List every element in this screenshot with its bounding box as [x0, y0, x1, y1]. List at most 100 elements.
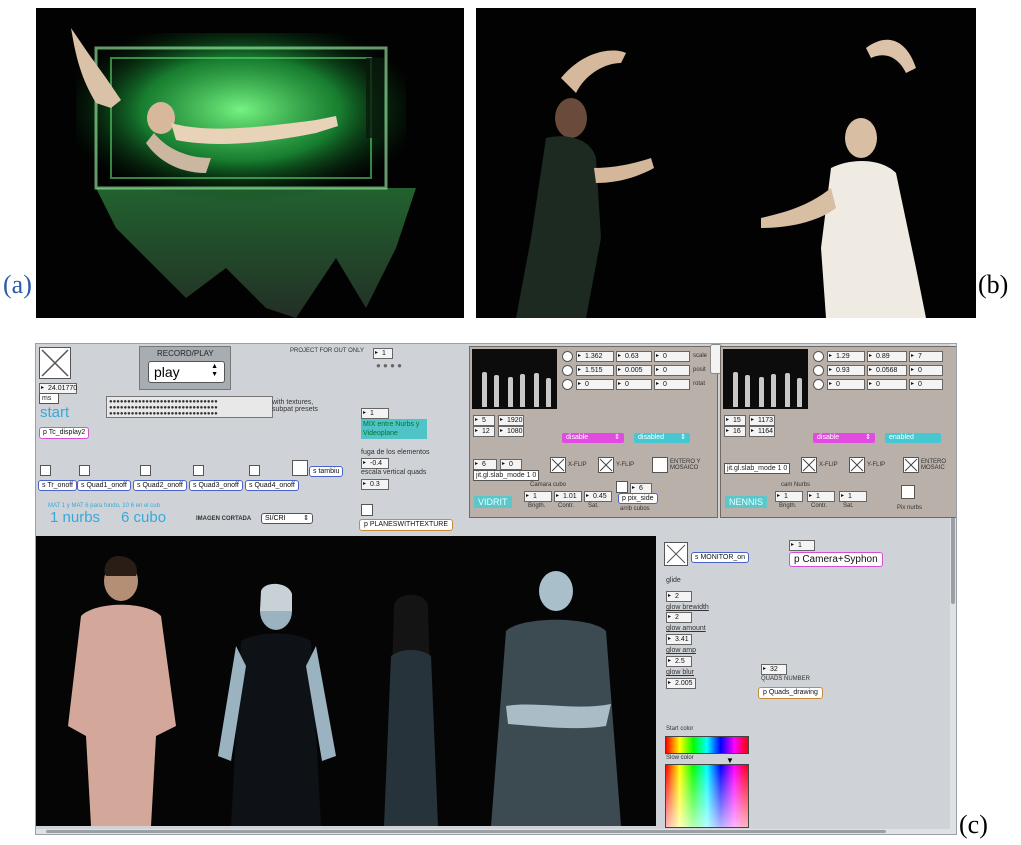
preset-matrix[interactable]: ●●●●●●●●●●●●●●●●●●●●●●●●●●●●●● ●●●●●●●●●●… [106, 396, 273, 418]
right-val-c1-r3[interactable]: 0 [827, 379, 865, 390]
right-xflip-toggle[interactable] [801, 457, 817, 473]
left-val-c1-r3[interactable]: 0 [576, 379, 614, 390]
right-disable-menu[interactable]: disable ⇕ [813, 433, 875, 443]
figure-label-b: (b) [978, 270, 1009, 299]
left-row-toggle-3[interactable] [562, 379, 573, 390]
quad-button-3[interactable]: s Quad3_onoff [189, 480, 243, 491]
start-color-label: Start color [666, 726, 694, 732]
left-disable-menu[interactable]: disable ⇕ [562, 433, 624, 443]
left-small-num-1[interactable]: 5 [473, 415, 495, 426]
imagen-cortada-menu[interactable]: SI/CRI ⇕ [261, 513, 313, 524]
glow-bw-value[interactable]: 2 [666, 612, 692, 623]
left-val-c3-r1[interactable]: 0 [654, 351, 690, 362]
left-val-c3-r3[interactable]: 0 [654, 379, 690, 390]
left-small-num-2[interactable]: 12 [473, 426, 495, 437]
start-label[interactable]: start [40, 404, 69, 421]
tambiu-button[interactable]: s tambiu [309, 466, 344, 477]
left-mode-box[interactable]: jit.gl.slab_mode 1 0 [473, 470, 540, 481]
left-sat[interactable]: 0.45 [584, 491, 612, 502]
toggle-6[interactable] [292, 460, 308, 476]
glow-amount-value[interactable]: 3.41 [666, 634, 692, 645]
right-bright[interactable]: 1 [775, 491, 803, 502]
right-val-c3-r3[interactable]: 0 [909, 379, 943, 390]
timer-unit: ms [39, 393, 59, 404]
video-display-box[interactable] [39, 347, 71, 379]
start-color-strip[interactable] [665, 736, 749, 754]
toggle-4[interactable] [193, 465, 204, 476]
glide-value[interactable]: 2 [666, 591, 692, 602]
escala-value[interactable]: 0.3 [361, 479, 389, 490]
toggle-1[interactable] [40, 465, 51, 476]
quad-button-0[interactable]: s Tr_onoff [38, 480, 78, 491]
right-val-c1-r1[interactable]: 1.29 [827, 351, 865, 362]
right-val-c2-r1[interactable]: 0.89 [867, 351, 907, 362]
toggle-3[interactable] [140, 465, 151, 476]
mix-value[interactable]: 1 [361, 408, 389, 419]
left-bright[interactable]: 1 [524, 491, 552, 502]
left-val-c2-r2[interactable]: 0.005 [616, 365, 652, 376]
left-entero-toggle[interactable] [652, 457, 668, 473]
quad-button-4[interactable]: s Quad4_onoff [245, 480, 299, 491]
right-val-c3-r1[interactable]: 7 [909, 351, 943, 362]
toggle-2[interactable] [79, 465, 90, 476]
right-val-c1-r2[interactable]: 0.93 [827, 365, 865, 376]
tc-display-object[interactable]: p Tc_display2 [39, 427, 90, 439]
left-small-num-4[interactable]: 1080 [498, 426, 524, 437]
left-mode-num-1[interactable]: 6 [473, 459, 497, 470]
fuga-value[interactable]: -0.4 [361, 458, 389, 469]
right-small-num-2[interactable]: 16 [724, 426, 746, 437]
quad-button-2[interactable]: s Quad2_onoff [133, 480, 187, 491]
right-pix-toggle[interactable] [901, 485, 915, 499]
right-row-toggle-3[interactable] [813, 379, 824, 390]
right-small-num-4[interactable]: 1164 [749, 426, 775, 437]
toggle-5[interactable] [249, 465, 260, 476]
right-small-num-1[interactable]: 15 [724, 415, 746, 426]
monitor-on-box[interactable]: s MONITOR_on [691, 552, 750, 563]
camera-syphon-object[interactable]: p Camera+Syphon [789, 552, 883, 567]
left-val-c3-r2[interactable]: 0 [654, 365, 690, 376]
left-small-num-3[interactable]: 1920 [498, 415, 524, 426]
left-disabled-menu[interactable]: disabled ⇕ [634, 433, 690, 443]
right-entero-toggle[interactable] [903, 457, 919, 473]
quads-drawing-object[interactable]: p Quads_drawing [758, 687, 823, 699]
monitor-display-box[interactable] [664, 542, 688, 566]
right-sat[interactable]: 1 [839, 491, 867, 502]
right-small-num-3[interactable]: 1173 [749, 415, 775, 426]
left-val-c2-r3[interactable]: 0 [616, 379, 652, 390]
left-pix-side-box[interactable]: p pix_side [618, 493, 658, 504]
right-yflip-toggle[interactable] [849, 457, 865, 473]
right-val-c3-r2[interactable]: 0 [909, 365, 943, 376]
left-val-c1-r2[interactable]: 1.515 [576, 365, 614, 376]
hscrollbar-thumb[interactable] [46, 830, 886, 833]
horizontal-scrollbar[interactable] [36, 829, 956, 834]
slow-color-picker[interactable] [665, 764, 749, 828]
left-xflip-toggle[interactable] [550, 457, 566, 473]
project-value[interactable]: 1 [373, 348, 393, 359]
photo-a-dancer-in-green-light [36, 8, 464, 318]
left-mode-num-2[interactable]: 0 [500, 459, 522, 470]
right-val-c2-r3[interactable]: 0 [867, 379, 907, 390]
preset-dots[interactable]: ● ● ● ● [376, 361, 402, 370]
left-contr[interactable]: 1.01 [554, 491, 582, 502]
left-bright-label: Brigth. [528, 503, 546, 509]
right-val-c2-r2[interactable]: 0.0568 [867, 365, 907, 376]
left-row-toggle-1[interactable] [562, 351, 573, 362]
glow-amp-value[interactable]: 2.5 [666, 656, 692, 667]
glow-blur-value[interactable]: 2.005 [666, 678, 696, 689]
quads-value[interactable]: 32 [761, 664, 787, 675]
right-row-toggle-1[interactable] [813, 351, 824, 362]
plane-button[interactable]: p PLANESWITHTEXTURE [359, 519, 454, 531]
plane-toggle[interactable] [361, 504, 373, 516]
camera-value[interactable]: 1 [789, 540, 815, 551]
left-row-toggle-2[interactable] [562, 365, 573, 376]
left-val-c1-r1[interactable]: 1.362 [576, 351, 614, 362]
right-row-toggle-2[interactable] [813, 365, 824, 376]
left-val-c2-r1[interactable]: 0.63 [616, 351, 652, 362]
left-yflip-toggle[interactable] [598, 457, 614, 473]
record-play-menu[interactable]: play ▲ ▼ [148, 361, 225, 383]
right-contr[interactable]: 1 [807, 491, 835, 502]
right-enabled-menu[interactable]: enabled [885, 433, 941, 443]
quad-button-1[interactable]: s Quad1_onoff [77, 480, 131, 491]
right-mode-box[interactable]: jit.gl.slab_mode 1 0 [724, 463, 791, 474]
left-pix-toggle[interactable] [616, 481, 628, 493]
